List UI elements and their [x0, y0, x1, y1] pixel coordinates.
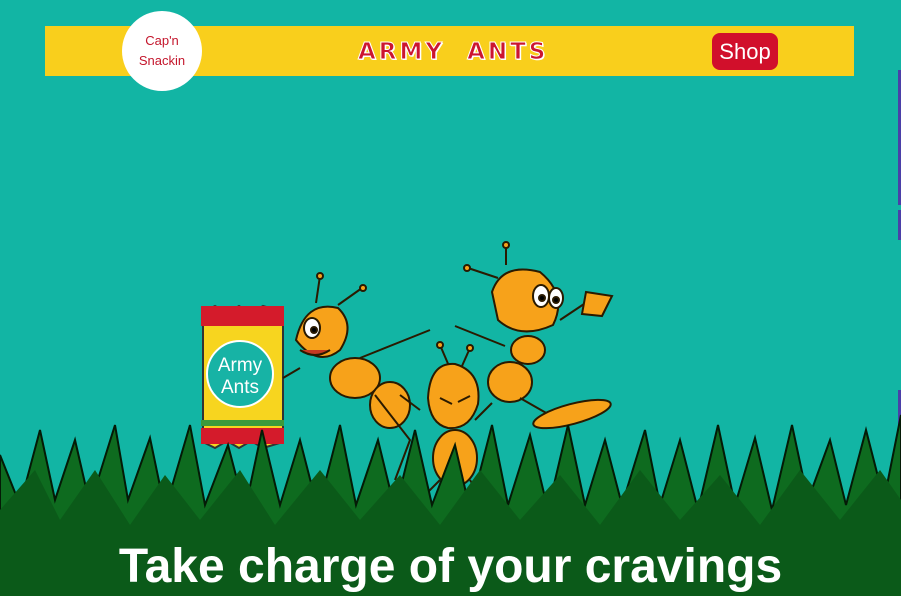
ant-character-icon — [454, 241, 614, 430]
bag-label-line-1: Army — [218, 355, 263, 376]
bag-label-line-2: Ants — [221, 377, 259, 398]
snack-bag-icon: Army Ants — [201, 304, 284, 450]
ant-character-icon — [282, 272, 431, 481]
hero-headline: Take charge of your cravings — [118, 540, 783, 593]
hero-illustration: Army Ants — [0, 241, 901, 596]
